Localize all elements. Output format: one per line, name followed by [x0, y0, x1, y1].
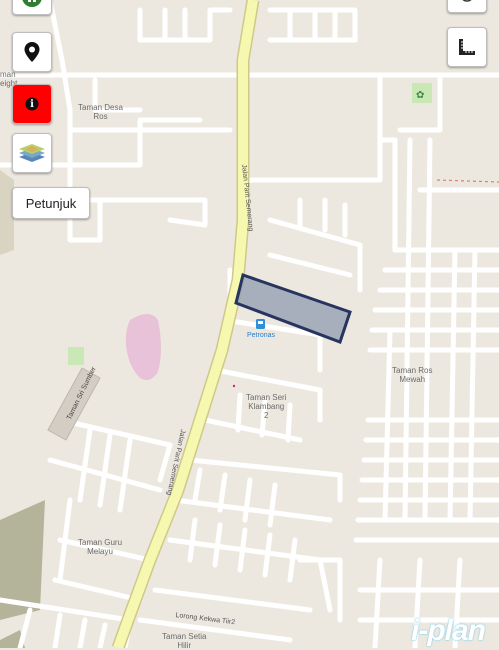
- compass-button[interactable]: [447, 0, 487, 13]
- svg-text:✿: ✿: [416, 90, 424, 101]
- label-line: Taman Setia: [162, 632, 207, 641]
- label-taman-ros-mewah: Taman Ros Mewah: [392, 366, 432, 384]
- label-line: Klambang: [248, 402, 285, 411]
- label-line: Mewah: [399, 375, 426, 384]
- layers-button[interactable]: [12, 133, 52, 173]
- label-line: Taman Ros: [392, 366, 433, 375]
- label-taman-guru-melayu: Taman Guru Melayu: [78, 538, 122, 556]
- label-taman-setia-hilir: Taman Setia Hilir: [162, 632, 206, 650]
- label-line: Taman Guru: [78, 538, 123, 547]
- info-glyph: i: [30, 98, 34, 110]
- label-line: Ros: [93, 112, 108, 121]
- label-line: Taman Desa: [78, 103, 123, 112]
- ruler-square-icon: [459, 39, 475, 55]
- map-canvas[interactable]: ✿: [0, 0, 499, 648]
- label-line: 2: [264, 411, 269, 420]
- location-button[interactable]: [12, 32, 52, 72]
- hint-button[interactable]: Petunjuk: [12, 187, 90, 219]
- label-line: Hilir: [177, 641, 192, 650]
- layers-icon: [19, 144, 45, 162]
- label-line: Taman Seri: [246, 393, 287, 402]
- measure-button[interactable]: [447, 27, 487, 67]
- label-petronas: Petronas: [247, 332, 276, 339]
- label-line: Melayu: [87, 547, 113, 556]
- pause-icon: [22, 0, 42, 7]
- pause-button[interactable]: [12, 0, 52, 15]
- map-pin-icon: [24, 42, 40, 62]
- compass-icon: [462, 0, 472, 2]
- info-button[interactable]: i: [12, 84, 52, 124]
- brand-logo: i-plan: [411, 614, 486, 647]
- label-taman-seri-klambang: Taman Seri Klambang 2: [246, 393, 286, 420]
- label-taman-desa-ros: Taman Desa Ros: [78, 103, 123, 121]
